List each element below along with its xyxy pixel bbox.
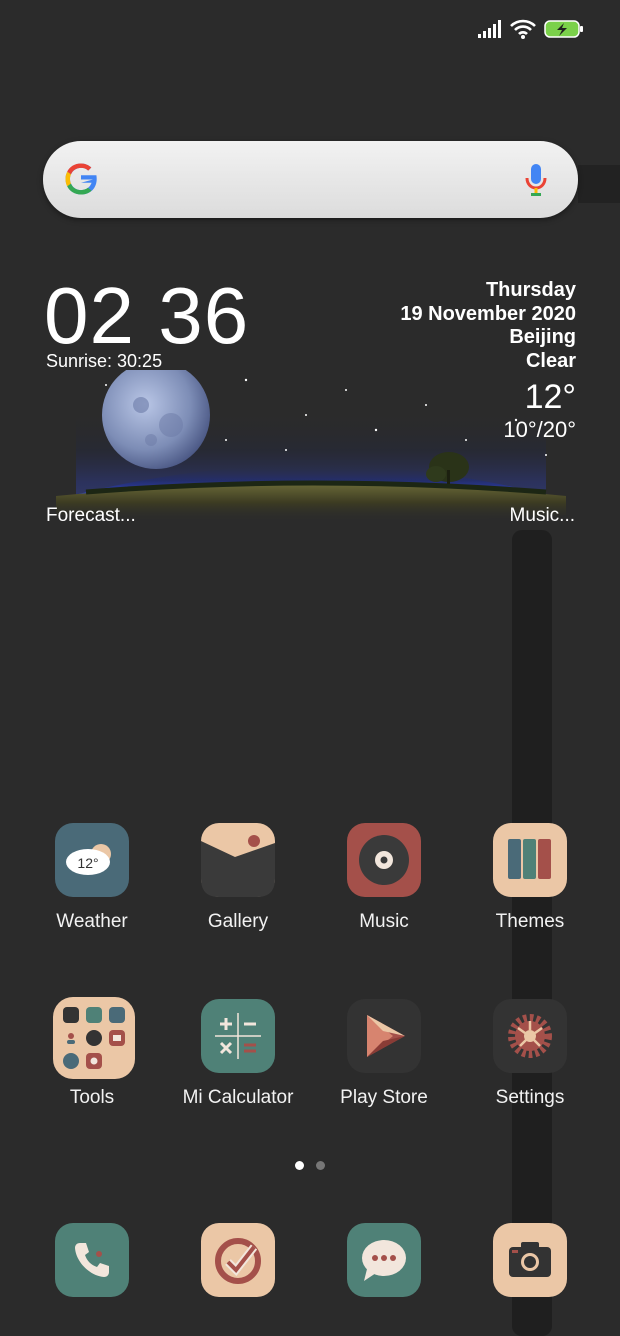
play-store-icon [345, 997, 423, 1075]
app-settings[interactable]: Settings [470, 997, 590, 1109]
dock-security[interactable] [199, 1221, 277, 1299]
app-mi-calculator[interactable]: Mi Calculator [178, 997, 298, 1109]
weekday: Thursday [485, 279, 576, 301]
weather-condition: Clear [525, 349, 576, 372]
app-gallery[interactable]: Gallery [178, 821, 298, 933]
dock-messages[interactable] [345, 1221, 423, 1299]
calculator-icon [199, 997, 277, 1075]
city: Beijing [509, 326, 576, 348]
signal-bars-icon [478, 20, 502, 38]
weather-badge-text: 12° [77, 855, 98, 871]
status-bar [478, 18, 584, 40]
page-dot-current[interactable] [295, 1161, 304, 1170]
google-g-icon [63, 161, 99, 197]
forecast-link[interactable]: Forecast... [46, 505, 136, 527]
app-label: Tools [69, 1087, 115, 1108]
background-strip [578, 165, 620, 203]
app-label: Settings [495, 1087, 565, 1108]
current-temperature: 12° [524, 378, 576, 416]
temperature-range: 10°/20° [503, 417, 576, 442]
app-label: Weather [56, 911, 128, 932]
app-themes[interactable]: Themes [470, 821, 590, 933]
page-indicator[interactable] [295, 1161, 325, 1170]
dock-camera[interactable] [491, 1221, 569, 1299]
phone-icon [55, 1223, 129, 1297]
weather-info[interactable]: Thursday 19 November 2020 Beijing Clear … [400, 279, 576, 443]
app-play-store[interactable]: Play Store [324, 997, 444, 1109]
dock-phone[interactable] [53, 1221, 131, 1299]
app-music[interactable]: Music [324, 821, 444, 933]
weather-icon: 12° [53, 821, 131, 899]
settings-gear-icon [491, 997, 569, 1075]
battery-charging-icon [544, 19, 584, 39]
gallery-icon [199, 821, 277, 899]
themes-icon [491, 821, 569, 899]
background-strip [512, 530, 552, 1336]
search-input[interactable] [119, 161, 503, 199]
camera-icon [493, 1223, 567, 1297]
app-label: Music [359, 911, 409, 932]
google-search-bar[interactable] [43, 141, 578, 218]
wifi-icon [510, 19, 536, 39]
app-label: Gallery [207, 911, 269, 932]
app-weather[interactable]: 12° Weather [32, 821, 152, 933]
messages-icon [347, 1223, 421, 1297]
music-icon [345, 821, 423, 899]
app-label: Themes [495, 911, 565, 932]
security-icon [201, 1223, 275, 1297]
music-link[interactable]: Music... [510, 505, 575, 527]
app-label: Play Store [340, 1087, 428, 1108]
microphone-icon[interactable] [524, 162, 548, 198]
app-label: Mi Calculator [182, 1087, 294, 1108]
app-tools-folder[interactable]: Tools [32, 997, 152, 1109]
clock-time[interactable]: 02 36 [44, 272, 249, 360]
tools-folder-icon [53, 997, 135, 1079]
page-dot[interactable] [316, 1161, 325, 1170]
sunrise-time: Sunrise: 30:25 [46, 351, 163, 371]
date: 19 November 2020 [400, 302, 576, 325]
